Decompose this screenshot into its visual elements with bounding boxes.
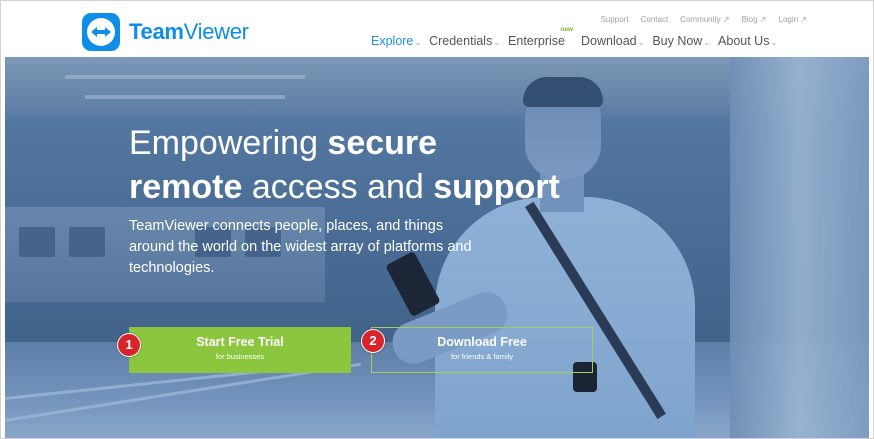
- new-badge: new: [560, 26, 574, 33]
- download-free-button[interactable]: Download Free for friends & family: [371, 327, 593, 373]
- main-nav: Explore⌄ Credentials⌄ Enterprise new Down…: [371, 26, 777, 48]
- chevron-down-icon: ⌄: [770, 38, 778, 47]
- start-free-trial-button[interactable]: Start Free Trial for businesses: [129, 327, 351, 373]
- site-header: TeamViewer Support Contact Community ↗ B…: [1, 1, 873, 57]
- ceiling-light: [65, 75, 305, 79]
- nav-explore[interactable]: Explore⌄: [371, 34, 421, 48]
- browser-frame: TeamViewer Support Contact Community ↗ B…: [0, 0, 874, 439]
- nav-about-us[interactable]: About Us⌄: [718, 34, 777, 48]
- support-link[interactable]: Support: [601, 15, 629, 24]
- contact-link[interactable]: Contact: [641, 15, 669, 24]
- nav-buy-now[interactable]: Buy Now⌄: [652, 34, 710, 48]
- annotation-badge-2: 2: [361, 329, 385, 353]
- community-link[interactable]: Community ↗: [680, 15, 729, 24]
- button-label: Download Free: [437, 335, 527, 349]
- train-window: [19, 227, 55, 257]
- chevron-down-icon: ⌄: [493, 38, 501, 47]
- nav-download[interactable]: Download⌄: [581, 34, 644, 48]
- train-window: [69, 227, 105, 257]
- button-sublabel: for friends & family: [450, 352, 514, 361]
- chevron-down-icon: ⌄: [414, 38, 422, 47]
- hero-subtext: TeamViewer connects people, places, and …: [129, 218, 472, 276]
- person-hair: [523, 77, 603, 107]
- button-label: Start Free Trial: [196, 335, 284, 349]
- login-link[interactable]: Login ↗: [779, 15, 808, 24]
- brand-name: TeamViewer: [129, 19, 249, 44]
- chevron-down-icon: ⌄: [703, 38, 711, 47]
- hero-headline: Empowering secure remote access and supp…: [129, 124, 560, 206]
- chevron-down-icon: ⌄: [637, 38, 645, 47]
- teamviewer-logo-icon: [82, 13, 120, 51]
- nav-credentials[interactable]: Credentials⌄: [429, 34, 500, 48]
- annotation-badge-1: 1: [117, 333, 141, 357]
- station-pillar: [730, 57, 869, 438]
- teamviewer-logo[interactable]: TeamViewer: [82, 13, 249, 51]
- nav-enterprise[interactable]: Enterprise new: [508, 26, 573, 48]
- utility-nav: Support Contact Community ↗ Blog ↗ Login…: [601, 15, 807, 24]
- button-sublabel: for businesses: [215, 352, 265, 361]
- blog-link[interactable]: Blog ↗: [742, 15, 767, 24]
- ceiling-light: [85, 95, 285, 99]
